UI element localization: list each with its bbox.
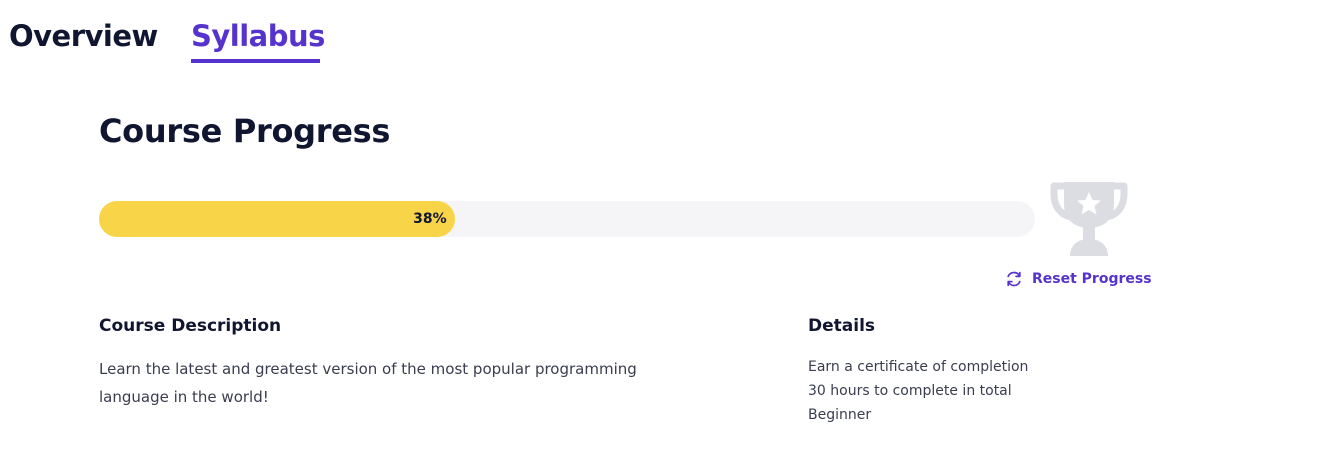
progress-bar-fill: 38% (99, 201, 455, 237)
course-tabs: Overview Syllabus (0, 0, 600, 64)
details-item-certificate: Earn a certificate of completion (808, 359, 1029, 375)
reset-progress-button[interactable]: Reset Progress (1005, 268, 1152, 290)
progress-percent-label: 38% (413, 211, 447, 227)
trophy-icon (1048, 180, 1130, 258)
course-page: Overview Syllabus Course Progress 38% Re… (0, 0, 1328, 454)
details-list: Earn a certificate of completion 30 hour… (808, 355, 1168, 427)
reset-progress-label: Reset Progress (1032, 271, 1152, 287)
details-item-level: Beginner (808, 407, 872, 423)
course-description-text: Learn the latest and greatest version of… (99, 360, 637, 406)
tab-syllabus[interactable]: Syllabus (191, 16, 325, 56)
refresh-icon (1007, 271, 1021, 287)
progress-bar: 38% (99, 201, 1035, 237)
active-tab-indicator (191, 59, 320, 63)
details-heading: Details (808, 316, 876, 336)
tab-overview[interactable]: Overview (9, 16, 158, 56)
page-title: Course Progress (99, 112, 391, 150)
course-description-heading: Course Description (99, 316, 282, 336)
details-item-duration: 30 hours to complete in total (808, 383, 1012, 399)
